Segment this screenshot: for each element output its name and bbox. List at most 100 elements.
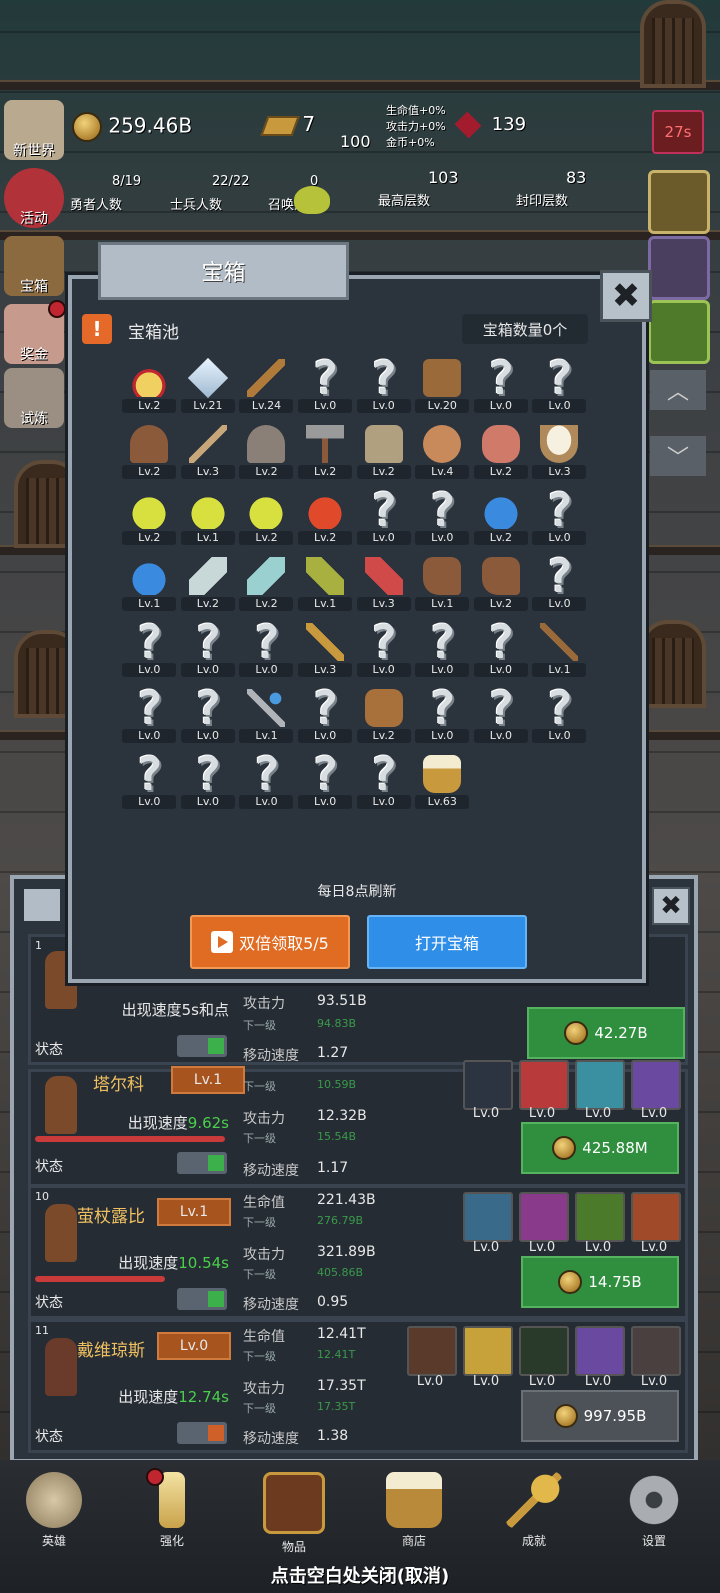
item-slot[interactable]: [648, 236, 710, 300]
chest-item[interactable]: Lv.2: [472, 487, 531, 553]
state-toggle[interactable]: [177, 1422, 227, 1444]
state-toggle[interactable]: [177, 1288, 227, 1310]
nav-settings[interactable]: 设置: [614, 1472, 694, 1549]
chest-item[interactable]: ? Lv.0: [530, 685, 589, 751]
chest-item[interactable]: Lv.3: [530, 421, 589, 487]
chest-item[interactable]: Lv.4: [413, 421, 472, 487]
claw-skill-icon[interactable]: [631, 1060, 681, 1110]
chest-item[interactable]: Lv.1: [413, 553, 472, 619]
chest-item[interactable]: Lv.2: [296, 487, 355, 553]
chest-item[interactable]: Lv.2: [472, 421, 531, 487]
chest-item[interactable]: ? Lv.0: [120, 685, 179, 751]
events-button[interactable]: 活动: [4, 168, 64, 228]
chest-item[interactable]: ? Lv.0: [413, 487, 472, 553]
chest-item[interactable]: Lv.2: [237, 553, 296, 619]
chest-item[interactable]: Lv.2: [296, 421, 355, 487]
chest-item[interactable]: Lv.2: [120, 355, 179, 421]
boot-skill-icon[interactable]: [575, 1192, 625, 1242]
close-hint[interactable]: 点击空白处关闭(取消): [0, 1562, 720, 1588]
chest-item[interactable]: Lv.2: [472, 553, 531, 619]
upgrade-button[interactable]: 425.88M: [521, 1122, 679, 1174]
warning-icon[interactable]: !: [82, 314, 112, 344]
close-button[interactable]: ✖: [600, 270, 652, 322]
cannon-skill-icon[interactable]: [631, 1326, 681, 1376]
wheel-skill-icon[interactable]: [463, 1060, 513, 1110]
chest-item[interactable]: ? Lv.0: [472, 685, 531, 751]
chest-item[interactable]: ? Lv.0: [179, 619, 238, 685]
boot-skill-icon[interactable]: [575, 1060, 625, 1110]
chest-item[interactable]: Lv.20: [413, 355, 472, 421]
upgrade-button[interactable]: 997.95B: [521, 1390, 679, 1442]
panel-tab[interactable]: [24, 889, 60, 921]
chest-item[interactable]: ? Lv.0: [296, 685, 355, 751]
scroll-down-icon[interactable]: ﹀: [650, 436, 706, 476]
chest-item[interactable]: Lv.1: [296, 553, 355, 619]
chest-item[interactable]: Lv.3: [296, 619, 355, 685]
chest-button[interactable]: 宝箱: [4, 236, 64, 296]
nav-heroes[interactable]: 英雄: [14, 1472, 94, 1549]
hero-card[interactable]: 11 戴维琼斯 Lv.0 出现速度12.74s 状态 生命值 12.41T 下一…: [28, 1319, 688, 1453]
chest-item[interactable]: ? Lv.0: [179, 751, 238, 817]
claw-skill-icon[interactable]: [519, 1192, 569, 1242]
nav-achievements[interactable]: 成就: [494, 1472, 574, 1549]
chest-item[interactable]: Lv.2: [120, 421, 179, 487]
chest-item[interactable]: ? Lv.0: [120, 751, 179, 817]
chest-item[interactable]: ? Lv.0: [472, 355, 531, 421]
chest-item[interactable]: ? Lv.0: [296, 355, 355, 421]
chest-item[interactable]: Lv.2: [179, 553, 238, 619]
new-world-button[interactable]: 新世界: [4, 100, 64, 160]
open-chest-button[interactable]: 打开宝箱: [367, 915, 527, 969]
shield-skill-icon[interactable]: [463, 1192, 513, 1242]
upgrade-button[interactable]: 14.75B: [521, 1256, 679, 1308]
chest-item[interactable]: ? Lv.0: [179, 685, 238, 751]
blade-skill-icon[interactable]: [519, 1060, 569, 1110]
chest-item[interactable]: Lv.3: [354, 553, 413, 619]
chest-item[interactable]: ? Lv.0: [237, 751, 296, 817]
chest-item[interactable]: Lv.2: [237, 421, 296, 487]
chest-item[interactable]: ? Lv.0: [413, 685, 472, 751]
hero-card[interactable]: 10 萤杖露比 Lv.1 出现速度10.54s 状态 生命值 221.43B 下…: [28, 1185, 688, 1319]
boot-skill-icon[interactable]: [519, 1326, 569, 1376]
slime-slot[interactable]: [648, 300, 710, 364]
chest-item[interactable]: Lv.1: [530, 619, 589, 685]
boot-skill-icon[interactable]: [631, 1192, 681, 1242]
nav-shop[interactable]: 商店: [374, 1472, 454, 1549]
chest-item[interactable]: ? Lv.0: [296, 751, 355, 817]
candle-slot[interactable]: [648, 170, 710, 234]
chest-item[interactable]: Lv.3: [179, 421, 238, 487]
chest-item[interactable]: ? Lv.0: [530, 553, 589, 619]
chest-item[interactable]: Lv.1: [237, 685, 296, 751]
chest-item[interactable]: ? Lv.0: [237, 619, 296, 685]
chest-item[interactable]: ? Lv.0: [354, 487, 413, 553]
scroll-up-icon[interactable]: ︿: [650, 370, 706, 410]
panel-close-button[interactable]: ✖: [652, 887, 690, 925]
timer-box[interactable]: 27s: [652, 110, 704, 154]
chest-item[interactable]: Lv.63: [413, 751, 472, 817]
state-toggle[interactable]: [177, 1152, 227, 1174]
chest-item[interactable]: Lv.2: [354, 421, 413, 487]
chest-item[interactable]: ? Lv.0: [413, 619, 472, 685]
skull-shield-skill-icon[interactable]: [407, 1326, 457, 1376]
chest-item[interactable]: Lv.2: [120, 487, 179, 553]
nav-items[interactable]: 物品: [254, 1472, 334, 1555]
chest-item[interactable]: Lv.1: [120, 553, 179, 619]
double-claim-button[interactable]: 双倍领取5/5: [190, 915, 350, 969]
chest-item[interactable]: Lv.2: [354, 685, 413, 751]
blade-skill-icon[interactable]: [463, 1326, 513, 1376]
chest-item[interactable]: ? Lv.0: [354, 355, 413, 421]
chest-item[interactable]: ? Lv.0: [354, 619, 413, 685]
trial-button[interactable]: 试炼: [4, 368, 64, 428]
chest-item[interactable]: Lv.21: [179, 355, 238, 421]
chest-item[interactable]: ? Lv.0: [530, 355, 589, 421]
nav-upgrade[interactable]: 强化: [132, 1472, 212, 1549]
claw-skill-icon[interactable]: [575, 1326, 625, 1376]
chest-item[interactable]: ? Lv.0: [530, 487, 589, 553]
upgrade-button[interactable]: 42.27B: [527, 1007, 685, 1059]
state-toggle[interactable]: [177, 1035, 227, 1057]
chest-item[interactable]: Lv.1: [179, 487, 238, 553]
chest-item[interactable]: Lv.2: [237, 487, 296, 553]
chest-item[interactable]: ? Lv.0: [354, 751, 413, 817]
hero-card[interactable]: 塔尔科 Lv.1 出现速度9.62s 状态 下一级 10.59B 攻击力 12.…: [28, 1060, 688, 1187]
chest-item[interactable]: Lv.24: [237, 355, 296, 421]
chest-item[interactable]: ? Lv.0: [472, 619, 531, 685]
